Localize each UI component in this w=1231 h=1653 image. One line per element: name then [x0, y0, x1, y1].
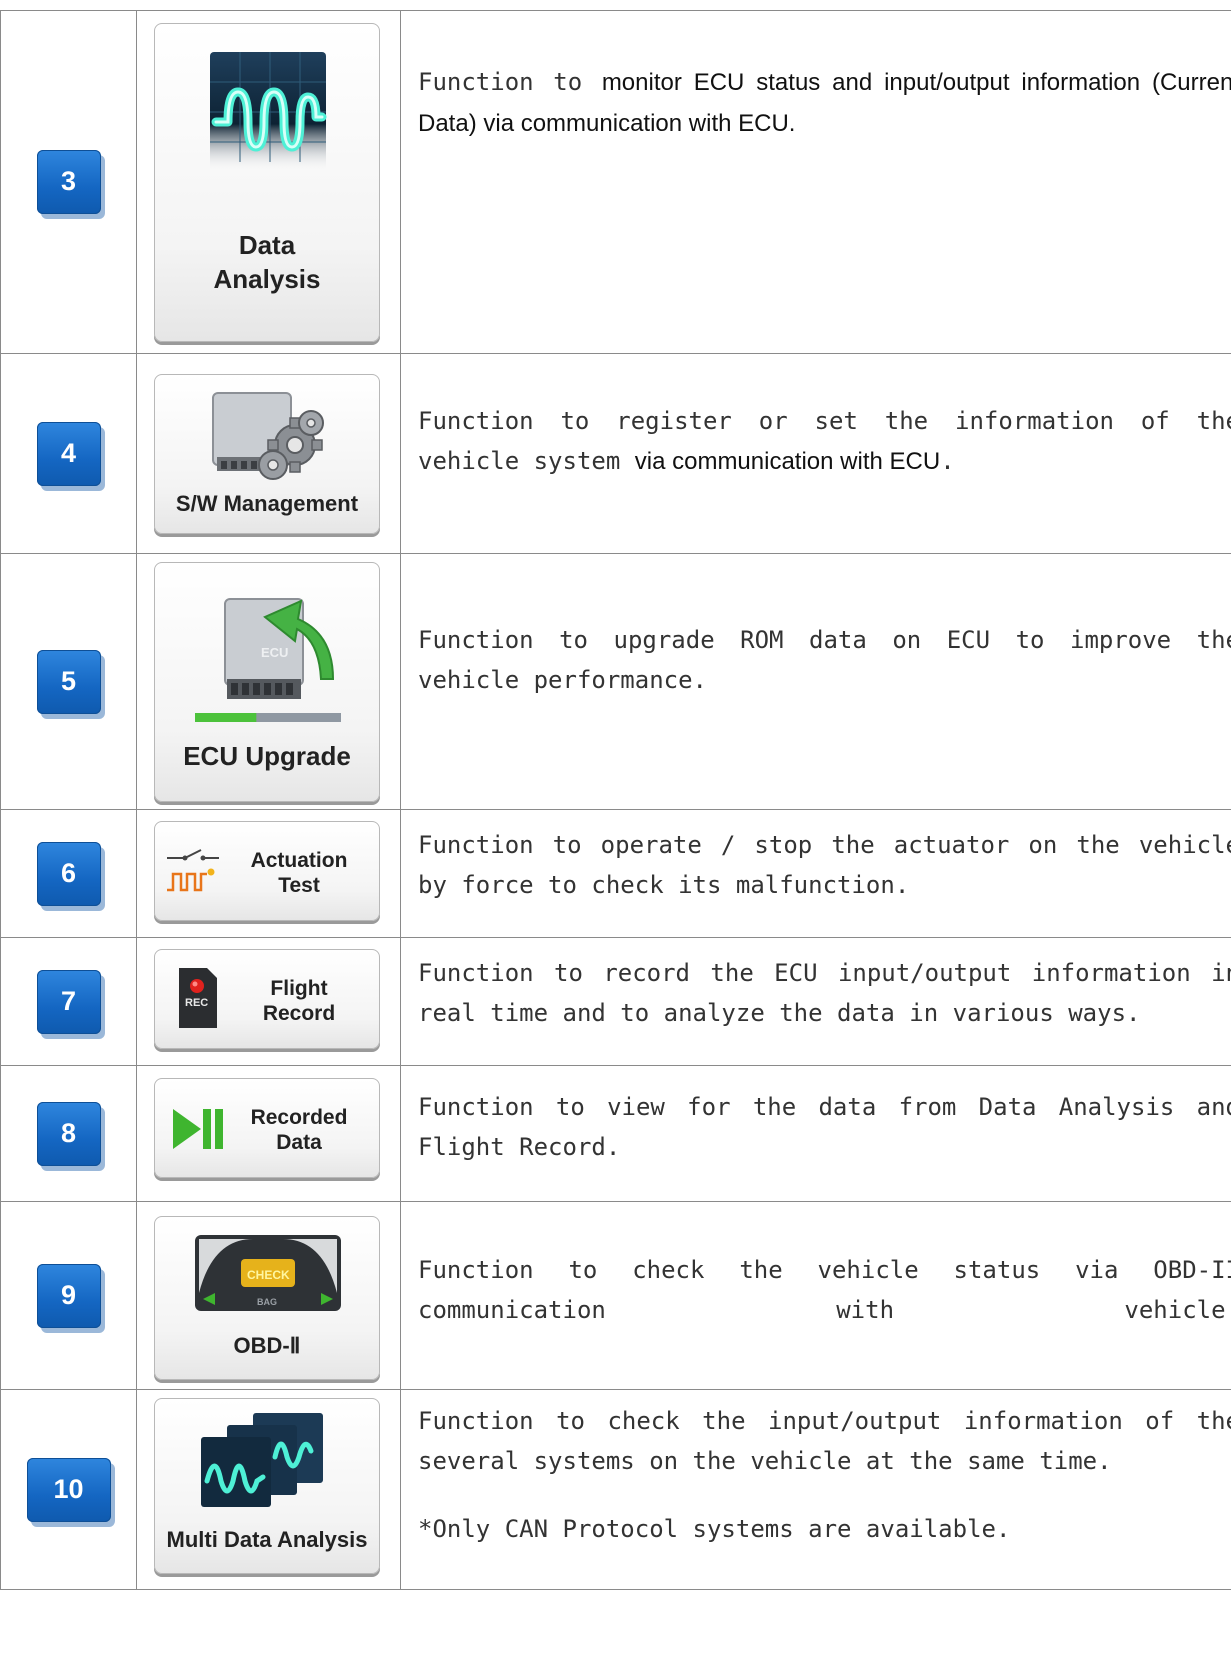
ecu-gears-icon [212, 391, 324, 480]
description-cell: Function to operate / stop the actuator … [400, 809, 1231, 938]
icon-text: CHECK [247, 1268, 290, 1282]
description-text: Function to record the ECU input/output … [418, 958, 1231, 1027]
description-text: Function to monitor ECU status and input… [418, 62, 1231, 144]
row-number-cell: 5 [0, 553, 137, 810]
description-text: Function to view for the data from Data … [418, 1092, 1231, 1161]
number-badge: 3 [36, 150, 101, 214]
tile-label: Flight [270, 976, 328, 1000]
number-badge: 10 [26, 1457, 111, 1522]
icon-text: BAG [257, 1297, 277, 1307]
tile-label: Analysis [213, 263, 321, 294]
number-badge: 5 [36, 649, 101, 714]
function-table: 3 Data Analysis Function to monitor ECU … [0, 10, 1231, 1590]
number-badge: 6 [36, 841, 101, 906]
description-text: Function to check the input/output infor… [418, 1406, 1231, 1475]
description-text: Function to upgrade ROM data on ECU to i… [418, 625, 1231, 694]
icon-text: REC [185, 997, 208, 1009]
number-badge: 4 [36, 421, 101, 486]
table-row: 6 Actuation Test Function to operate / s… [0, 809, 1231, 938]
row-number-cell: 9 [0, 1201, 137, 1390]
dashboard-check-engine-icon: CHECK BAG [195, 1234, 341, 1311]
description-text-part: Function to [418, 68, 602, 96]
obd-ii-button[interactable]: CHECK BAG OBD-Ⅱ [154, 1215, 380, 1380]
table-row: 7 REC Flight Record Function to record t… [0, 937, 1231, 1066]
description-text: Function to register or set the informat… [418, 401, 1231, 482]
table-row: 3 Data Analysis Function to monitor ECU … [0, 10, 1231, 354]
data-analysis-button[interactable]: Data Analysis [154, 22, 380, 342]
row-number-cell: 7 [0, 937, 137, 1066]
description-cell: Function to view for the data from Data … [400, 1065, 1231, 1202]
description-text-part: . [940, 447, 955, 475]
icon-text: ECU [261, 645, 288, 660]
number-badge: 9 [36, 1263, 101, 1328]
row-number-cell: 3 [0, 10, 137, 354]
tile-label: Actuation [250, 848, 348, 872]
row-number-cell: 6 [0, 809, 137, 938]
table-row: 8 Recorded Data Function to view for the… [0, 1065, 1231, 1202]
tile-label: Data [238, 229, 296, 260]
description-text-part: Function to check the vehicle status via… [418, 1255, 1231, 1324]
function-tile-cell: CHECK BAG OBD-Ⅱ [136, 1201, 401, 1390]
ecu-upgrade-arrow-icon: ECU [195, 597, 341, 722]
tile-label: Test [278, 873, 320, 897]
function-tile-cell: Multi Data Analysis [136, 1389, 401, 1590]
tile-label: OBD-Ⅱ [233, 1332, 301, 1358]
tile-label: Data [276, 1130, 322, 1154]
table-row: 4 S/W Management Function to register or… [0, 353, 1231, 554]
tile-label: Multi Data Analysis [166, 1526, 368, 1552]
number-badge: 7 [36, 969, 101, 1034]
sw-management-button[interactable]: S/W Management [154, 373, 380, 534]
row-number-cell: 8 [0, 1065, 137, 1202]
tile-label: S/W Management [175, 490, 359, 516]
table-row: 10 Multi Data Analysis Function to check… [0, 1389, 1231, 1590]
description-cell: Function to check the vehicle status via… [400, 1201, 1231, 1390]
description-cell: Function to check the input/output infor… [400, 1389, 1231, 1590]
table-row: 5 ECU ECU Upgrade Function to upgrade RO… [0, 553, 1231, 810]
function-tile-cell: Data Analysis [136, 10, 401, 354]
oscilloscope-wave-icon [210, 51, 327, 172]
table-row: 9 CHECK BAG OBD-Ⅱ Function to check the … [0, 1201, 1231, 1390]
recorded-data-button[interactable]: Recorded Data [154, 1077, 380, 1178]
tile-label: Record [262, 1001, 336, 1025]
description-text: Function to check the vehicle status via… [418, 1250, 1231, 1330]
row-number-cell: 10 [0, 1389, 137, 1590]
multi-data-analysis-button[interactable]: Multi Data Analysis [154, 1397, 380, 1574]
function-tile-cell: REC Flight Record [136, 937, 401, 1066]
description-text: Function to operate / stop the actuator … [418, 830, 1231, 899]
note-text: *Only CAN Protocol systems are available… [418, 1514, 1011, 1543]
function-tile-cell: S/W Management [136, 353, 401, 554]
multi-scope-icon [201, 1412, 323, 1507]
description-cell: Function to record the ECU input/output … [400, 937, 1231, 1066]
function-tile-cell: Recorded Data [136, 1065, 401, 1202]
switch-pulse-icon [167, 848, 219, 891]
number-badge: 8 [36, 1101, 101, 1166]
sd-card-rec-icon: REC [179, 967, 217, 1028]
description-cell: Function to upgrade ROM data on ECU to i… [400, 553, 1231, 810]
description-text-part: via communication with ECU [634, 448, 941, 475]
description-cell: Function to monitor ECU status and input… [400, 10, 1231, 354]
ecu-upgrade-button[interactable]: ECU ECU Upgrade [154, 561, 380, 802]
row-number-cell: 4 [0, 353, 137, 554]
tile-label: Recorded [250, 1105, 348, 1129]
flight-record-button[interactable]: REC Flight Record [154, 948, 380, 1049]
tile-label: ECU Upgrade [183, 740, 351, 771]
description-cell: Function to register or set the informat… [400, 353, 1231, 554]
function-tile-cell: ECU ECU Upgrade [136, 553, 401, 810]
function-tile-cell: Actuation Test [136, 809, 401, 938]
actuation-test-button[interactable]: Actuation Test [154, 820, 380, 921]
